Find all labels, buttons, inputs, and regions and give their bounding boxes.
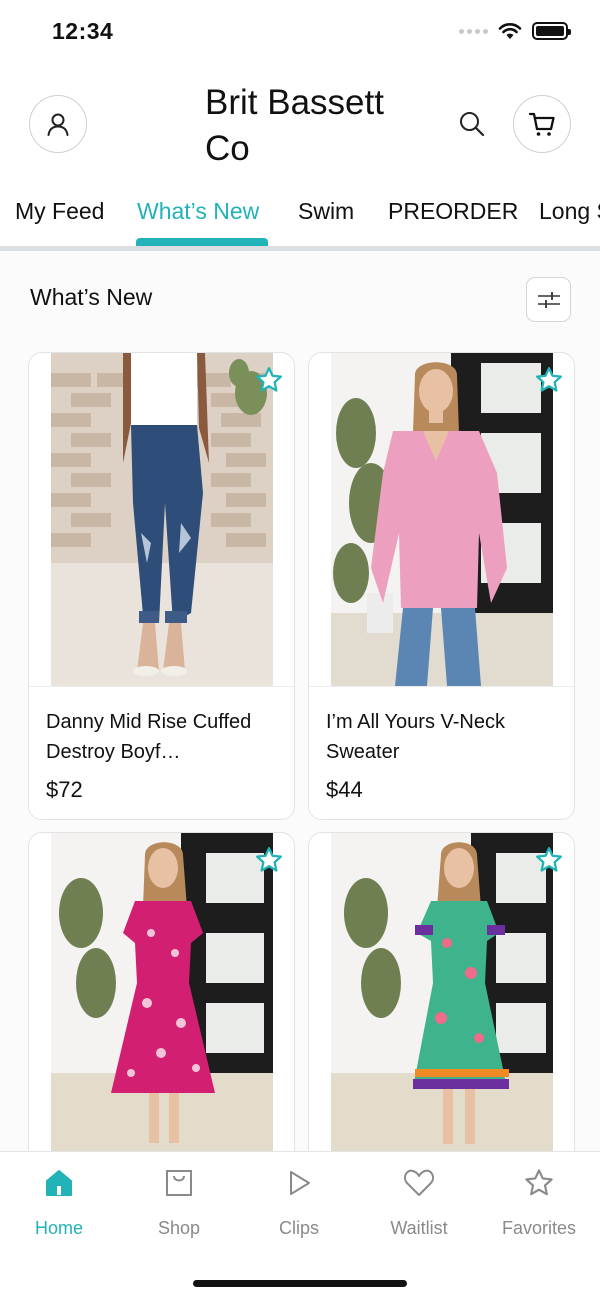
product-name[interactable]: I’m All Yours V-Neck Sweater xyxy=(326,707,562,767)
product-card[interactable]: I’m All Yours V-Neck Sweater $44 xyxy=(308,352,575,820)
home-indicator[interactable] xyxy=(193,1280,407,1287)
product-image[interactable] xyxy=(51,353,273,686)
status-bar: 12:34 xyxy=(0,0,600,66)
nav-label: Clips xyxy=(278,1218,319,1238)
nav-favorites[interactable]: Favorites xyxy=(484,1166,594,1239)
wifi-icon xyxy=(498,23,522,39)
heart-icon xyxy=(402,1166,436,1200)
nav-label: Home xyxy=(34,1218,83,1238)
signal-dots-icon xyxy=(459,28,488,34)
search-icon xyxy=(460,112,485,137)
favorite-star-icon[interactable] xyxy=(252,843,286,877)
active-tab-indicator xyxy=(136,238,268,246)
profile-button[interactable] xyxy=(29,95,87,153)
store-title: Brit Bassett Co xyxy=(205,83,384,168)
favorite-star-icon[interactable] xyxy=(532,843,566,877)
shopping-bag-icon xyxy=(162,1166,196,1200)
nav-home[interactable]: Home xyxy=(4,1166,114,1239)
header: Brit Bassett Co xyxy=(0,78,600,178)
product-name[interactable]: Danny Mid Rise Cuffed Destroy Boyf… xyxy=(46,707,282,767)
nav-clips[interactable]: Clips xyxy=(244,1166,354,1239)
card-divider xyxy=(29,686,294,687)
status-time: 12:34 xyxy=(52,18,114,44)
card-divider xyxy=(309,686,574,687)
tab-my-feed[interactable]: My Feed xyxy=(15,198,104,225)
product-feed: What’s New Danny Mid Rise Cuffed Destroy… xyxy=(0,251,600,1151)
product-price: $44 xyxy=(326,777,363,802)
product-card[interactable]: Danny Mid Rise Cuffed Destroy Boyf… $72 xyxy=(28,352,295,820)
nav-waitlist[interactable]: Waitlist xyxy=(364,1166,474,1239)
section-title: What’s New xyxy=(30,284,153,310)
nav-shop[interactable]: Shop xyxy=(124,1166,234,1239)
tab-preorder[interactable]: PREORDER xyxy=(388,198,518,225)
sliders-icon xyxy=(537,291,560,308)
nav-label: Favorites xyxy=(501,1218,577,1238)
tab-whats-new[interactable]: What’s New xyxy=(137,198,259,225)
product-price: $72 xyxy=(46,777,83,802)
favorite-star-icon[interactable] xyxy=(252,363,286,397)
home-icon xyxy=(42,1166,76,1200)
tab-long-sleeve[interactable]: Long Sleeve xyxy=(539,198,600,225)
product-image[interactable] xyxy=(51,833,273,1151)
favorite-star-icon[interactable] xyxy=(532,363,566,397)
star-icon xyxy=(522,1166,556,1200)
battery-icon xyxy=(532,22,571,40)
play-icon xyxy=(282,1166,316,1200)
tab-swim[interactable]: Swim xyxy=(298,198,354,225)
cart-button[interactable] xyxy=(513,95,571,153)
profile-icon xyxy=(47,113,69,136)
filter-button[interactable] xyxy=(526,277,571,322)
nav-label: Shop xyxy=(157,1218,201,1238)
product-image[interactable] xyxy=(331,833,553,1151)
category-tabs: My Feed What’s New Swim PREORDER Long Sl… xyxy=(0,186,600,248)
product-card[interactable] xyxy=(28,832,295,1151)
search-button[interactable] xyxy=(456,108,488,140)
bottom-nav: Home Shop Clips Waitlist Favorites xyxy=(0,1151,600,1299)
status-icons xyxy=(459,22,571,40)
nav-label: Waitlist xyxy=(390,1218,448,1238)
cart-icon xyxy=(528,112,555,136)
product-image[interactable] xyxy=(331,353,553,686)
product-card[interactable] xyxy=(308,832,575,1151)
